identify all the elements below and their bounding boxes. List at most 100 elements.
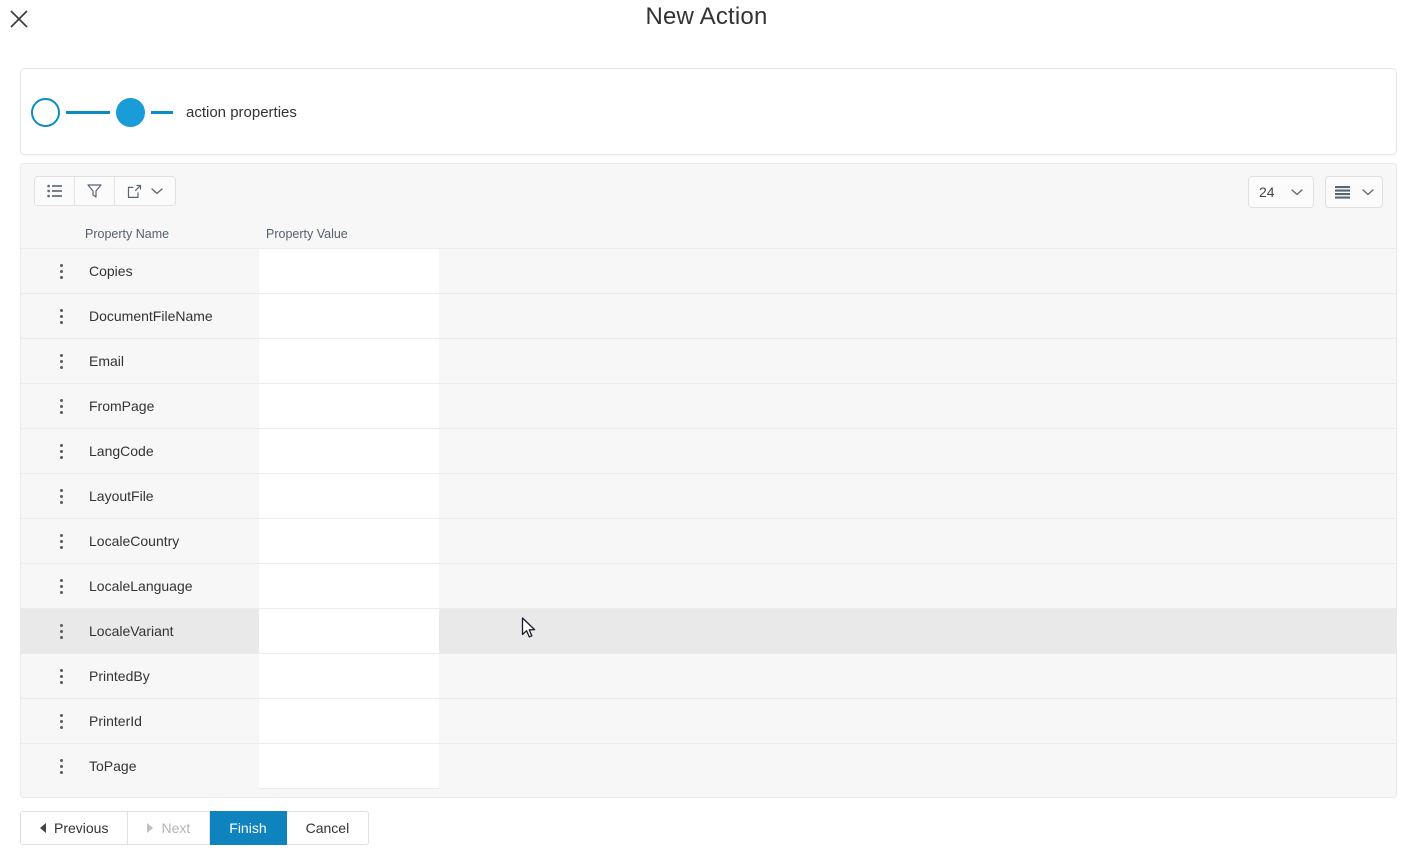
cancel-button-label: Cancel <box>305 820 350 836</box>
property-value-input[interactable] <box>259 474 439 518</box>
cell-filler <box>439 699 1396 744</box>
stepper-connector-a <box>66 110 88 115</box>
page-size-select[interactable]: 24 <box>1248 176 1314 208</box>
kebab-menu-icon[interactable] <box>53 744 69 789</box>
cell-property-value[interactable] <box>259 249 439 294</box>
step-circle-hollow-icon <box>31 98 60 127</box>
table-row[interactable]: LocaleCountry <box>21 518 1396 564</box>
cell-property-value[interactable] <box>259 744 439 789</box>
finish-button[interactable]: Finish <box>210 811 287 845</box>
cell-property-value[interactable] <box>259 609 439 654</box>
table-row[interactable]: Email <box>21 338 1396 384</box>
stepper-step-2[interactable] <box>88 98 173 127</box>
table-row[interactable]: Copies <box>21 248 1396 294</box>
property-value-input[interactable] <box>259 654 439 698</box>
property-value-input[interactable] <box>259 744 439 788</box>
cell-property-value[interactable] <box>259 564 439 609</box>
table-row[interactable]: LangCode <box>21 428 1396 474</box>
cell-property-name: PrinterId <box>89 713 142 729</box>
kebab-menu-icon[interactable] <box>53 429 69 474</box>
table-row[interactable]: ToPage <box>21 743 1396 789</box>
column-header-property-value[interactable]: Property Value <box>266 221 348 248</box>
cell-property-value[interactable] <box>259 339 439 384</box>
cell-filler <box>439 474 1396 519</box>
stepper-step-1[interactable] <box>31 98 88 127</box>
wizard-footer: Previous Next Finish Cancel <box>20 811 370 845</box>
cell-property-value[interactable] <box>259 654 439 699</box>
cell-property-value[interactable] <box>259 699 439 744</box>
cell-filler <box>439 519 1396 564</box>
page-title: New Action <box>645 3 768 30</box>
list-icon-glyph <box>46 184 62 198</box>
table-row[interactable]: LocaleLanguage <box>21 563 1396 609</box>
grid-toolbar: 24 <box>21 164 1396 221</box>
cell-property-value[interactable] <box>259 429 439 474</box>
cell-property-value[interactable] <box>259 294 439 339</box>
table-row[interactable]: PrinterId <box>21 698 1396 744</box>
property-value-input[interactable] <box>259 519 439 563</box>
cell-property-name: LocaleCountry <box>89 533 180 549</box>
cell-filler <box>439 654 1396 699</box>
kebab-menu-icon[interactable] <box>53 654 69 699</box>
new-action-dialog: New Action action properties 24 Property… <box>0 0 1413 857</box>
kebab-menu-icon[interactable] <box>53 609 69 654</box>
property-value-input[interactable] <box>259 249 439 293</box>
property-value-input[interactable] <box>259 564 439 608</box>
kebab-menu-icon[interactable] <box>53 249 69 294</box>
cell-property-name: LangCode <box>89 443 154 459</box>
cell-property-name: PrintedBy <box>89 668 150 684</box>
cell-filler <box>439 339 1396 384</box>
column-header-property-name[interactable]: Property Name <box>85 221 169 248</box>
table-row[interactable]: PrintedBy <box>21 653 1396 699</box>
list-icon[interactable] <box>35 177 75 205</box>
kebab-menu-icon[interactable] <box>53 339 69 384</box>
kebab-menu-icon[interactable] <box>53 699 69 744</box>
cell-filler <box>439 609 1396 654</box>
cell-property-name: FromPage <box>89 398 155 414</box>
table-row[interactable]: FromPage <box>21 383 1396 429</box>
triangle-right-icon <box>147 823 154 833</box>
property-value-input[interactable] <box>259 429 439 473</box>
density-select[interactable] <box>1325 176 1383 208</box>
cell-property-value[interactable] <box>259 519 439 564</box>
property-value-input[interactable] <box>259 384 439 428</box>
kebab-menu-icon[interactable] <box>53 294 69 339</box>
cell-filler <box>439 249 1396 294</box>
previous-button[interactable]: Previous <box>20 811 129 845</box>
table-row[interactable]: LayoutFile <box>21 473 1396 519</box>
kebab-menu-icon[interactable] <box>53 474 69 519</box>
cell-filler <box>439 384 1396 429</box>
triangle-left-icon <box>40 823 46 833</box>
kebab-menu-icon[interactable] <box>53 519 69 564</box>
grid-toolbar-left-group <box>34 176 176 206</box>
cell-property-value[interactable] <box>259 384 439 429</box>
export-icon[interactable] <box>115 177 175 205</box>
stepper-connector-c <box>151 110 173 115</box>
stepper-panel: action properties <box>20 68 1397 155</box>
cell-property-value[interactable] <box>259 474 439 519</box>
step-circle-filled-icon <box>116 98 145 127</box>
cancel-button[interactable]: Cancel <box>286 811 370 845</box>
kebab-menu-icon[interactable] <box>53 564 69 609</box>
property-value-input[interactable] <box>259 609 439 653</box>
page-size-value: 24 <box>1259 184 1275 200</box>
table-header: Property Name Property Value <box>21 221 1396 248</box>
table-row[interactable]: LocaleVariant <box>21 608 1396 654</box>
property-value-input[interactable] <box>259 339 439 383</box>
cell-filler <box>439 564 1396 609</box>
cell-property-name: DocumentFileName <box>89 308 213 324</box>
cell-filler <box>439 429 1396 474</box>
cell-property-name: Copies <box>89 263 133 279</box>
previous-button-label: Previous <box>54 820 109 836</box>
cell-property-name: Email <box>89 353 125 369</box>
cell-property-name: LocaleLanguage <box>89 578 193 594</box>
stepper: action properties <box>31 69 297 156</box>
property-value-input[interactable] <box>259 699 439 743</box>
cell-property-name: ToPage <box>89 758 137 774</box>
kebab-menu-icon[interactable] <box>53 384 69 429</box>
filter-icon[interactable] <box>75 177 115 205</box>
property-value-input[interactable] <box>259 294 439 338</box>
table-row[interactable]: DocumentFileName <box>21 293 1396 339</box>
cell-property-name: LayoutFile <box>89 488 154 504</box>
chevron-down-icon <box>1362 189 1374 196</box>
